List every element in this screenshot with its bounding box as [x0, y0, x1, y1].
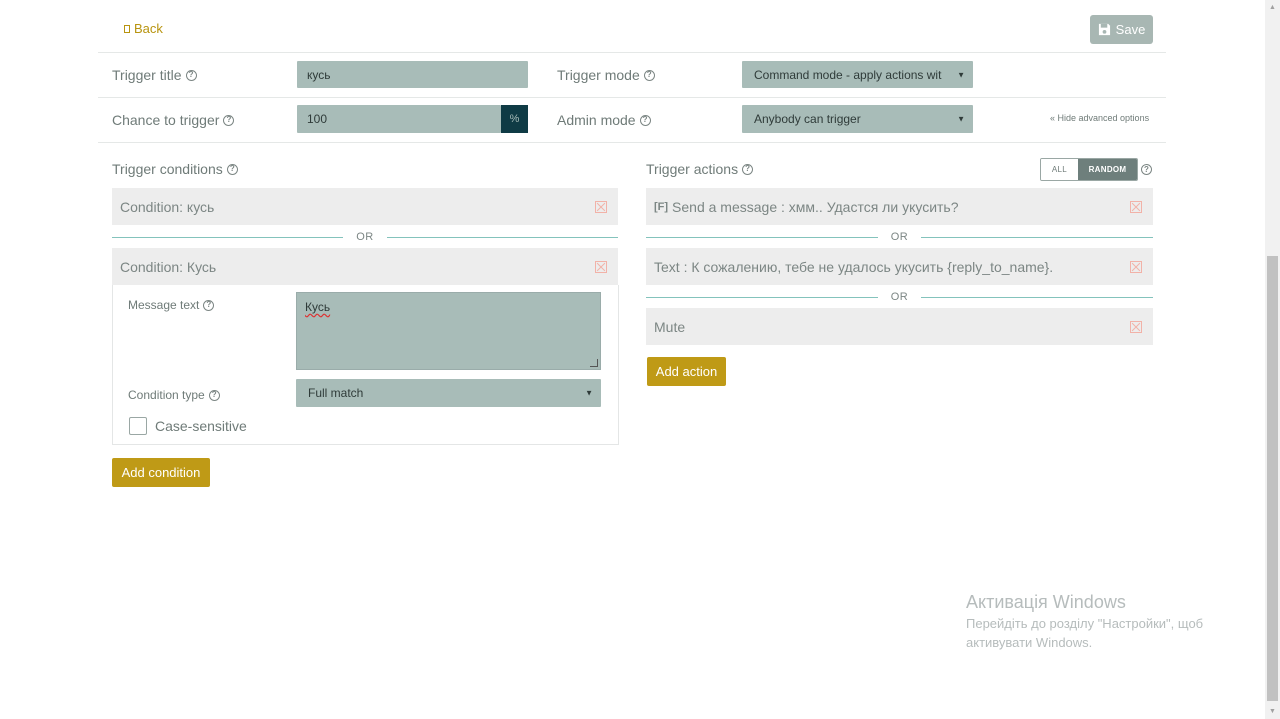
mode-random-option[interactable]: RANDOM	[1078, 159, 1137, 180]
chance-label: Chance to trigger ?	[112, 112, 235, 128]
actions-title: Trigger actions ?	[646, 161, 754, 177]
remove-x-icon[interactable]	[595, 260, 607, 273]
action-label: Text : К сожалению, тебе не удалось укус…	[654, 258, 1054, 275]
chance-text: Chance to trigger	[112, 112, 220, 128]
help-icon[interactable]: ?	[1141, 164, 1152, 175]
condition-item[interactable]: Condition: кусь	[112, 188, 618, 225]
remove-x-icon[interactable]	[1130, 200, 1142, 213]
hide-advanced-link[interactable]: « Hide advanced options	[1050, 113, 1149, 123]
forward-flag: [F]	[654, 200, 669, 213]
windows-activation-line2: активувати Windows.	[966, 635, 1093, 650]
trigger-title-value: кусь	[307, 67, 331, 82]
conditions-title: Trigger conditions ?	[112, 161, 238, 177]
help-icon[interactable]: ?	[643, 69, 655, 81]
windows-activation-title: Активація Windows	[966, 592, 1126, 612]
admin-mode-value: Anybody can trigger	[754, 112, 861, 126]
help-icon[interactable]: ?	[742, 163, 754, 175]
remove-x-icon[interactable]	[1130, 320, 1142, 333]
condition-label: Condition: кусь	[120, 198, 215, 215]
back-icon	[124, 24, 130, 33]
action-label: Mute	[654, 318, 686, 335]
message-text-value: Кусь	[305, 300, 331, 314]
action-item[interactable]: Text : К сожалению, тебе не удалось укус…	[646, 248, 1153, 285]
or-separator: OR	[646, 290, 1153, 304]
caret-down-icon: ▼	[585, 388, 593, 398]
help-icon[interactable]: ?	[226, 163, 238, 175]
trigger-title-input[interactable]: кусь	[297, 61, 528, 88]
condition-type-select[interactable]: Full match ▼	[296, 379, 601, 407]
chance-value: 100	[307, 112, 328, 126]
save-label: Save	[1115, 22, 1146, 37]
message-text-label-text: Message text	[128, 298, 200, 312]
remove-x-icon[interactable]	[1130, 260, 1142, 273]
remove-x-icon[interactable]	[595, 200, 607, 213]
divider	[98, 97, 1166, 98]
mode-all-option[interactable]: ALL	[1041, 159, 1078, 180]
admin-mode-text: Admin mode	[557, 112, 636, 128]
condition-label: Condition: Кусь	[120, 258, 217, 275]
condition-type-value: Full match	[308, 386, 364, 400]
trigger-mode-value: Command mode - apply actions wit	[754, 67, 942, 82]
percent-addon: %	[501, 105, 528, 133]
conditions-title-text: Trigger conditions	[112, 161, 223, 177]
back-link[interactable]: Back	[124, 21, 163, 36]
message-text-label: Message text ?	[128, 298, 215, 312]
trigger-mode-label: Trigger mode ?	[557, 67, 655, 83]
back-label: Back	[134, 21, 163, 36]
help-icon[interactable]: ?	[223, 114, 235, 126]
divider	[98, 142, 1166, 143]
actions-title-text: Trigger actions	[646, 161, 739, 177]
trigger-title-text: Trigger title	[112, 67, 182, 83]
add-condition-button[interactable]: Add condition	[112, 458, 210, 487]
trigger-mode-select[interactable]: Command mode - apply actions wit ▼	[742, 61, 973, 88]
or-separator: OR	[646, 230, 1153, 244]
floppy-disk-icon	[1098, 23, 1110, 36]
help-icon[interactable]: ?	[208, 389, 220, 401]
scroll-up-icon[interactable]: ▲	[1267, 2, 1278, 12]
action-item[interactable]: Mute	[646, 308, 1153, 345]
trigger-title-label: Trigger title ?	[112, 67, 197, 83]
divider	[98, 52, 1166, 53]
case-sensitive-checkbox[interactable]	[129, 417, 147, 435]
scroll-down-icon[interactable]: ▼	[1267, 706, 1278, 716]
help-icon[interactable]: ?	[639, 114, 651, 126]
resize-handle-icon[interactable]	[590, 359, 598, 367]
scrollbar-thumb[interactable]	[1267, 256, 1278, 701]
case-sensitive-label: Case-sensitive	[155, 418, 247, 434]
condition-type-label: Condition type ?	[128, 388, 220, 402]
chance-input[interactable]: 100	[297, 105, 501, 133]
admin-mode-label: Admin mode ?	[557, 112, 651, 128]
condition-item[interactable]: Condition: Кусь	[112, 248, 618, 285]
caret-down-icon: ▼	[957, 114, 965, 124]
or-separator: OR	[112, 230, 618, 244]
save-button[interactable]: Save	[1090, 15, 1153, 44]
windows-activation-line1: Перейдіть до розділу "Настройки", щоб	[966, 616, 1204, 631]
action-label: Send a message : хмм.. Удастся ли укусит…	[672, 198, 959, 215]
help-icon[interactable]: ?	[185, 69, 197, 81]
add-action-button[interactable]: Add action	[647, 357, 726, 386]
help-icon[interactable]: ?	[203, 299, 215, 311]
or-text: OR	[890, 291, 909, 303]
admin-mode-select[interactable]: Anybody can trigger ▼	[742, 105, 973, 133]
or-text: OR	[890, 231, 909, 243]
message-text-input[interactable]: Кусь	[296, 292, 601, 370]
action-item[interactable]: [F] Send a message : хмм.. Удастся ли ук…	[646, 188, 1153, 225]
trigger-mode-text: Trigger mode	[557, 67, 640, 83]
action-mode-toggle: ALL RANDOM	[1040, 158, 1138, 181]
percent-text: %	[509, 113, 520, 125]
condition-type-label-text: Condition type	[128, 388, 205, 402]
caret-down-icon: ▼	[957, 70, 965, 79]
or-text: OR	[356, 231, 374, 243]
